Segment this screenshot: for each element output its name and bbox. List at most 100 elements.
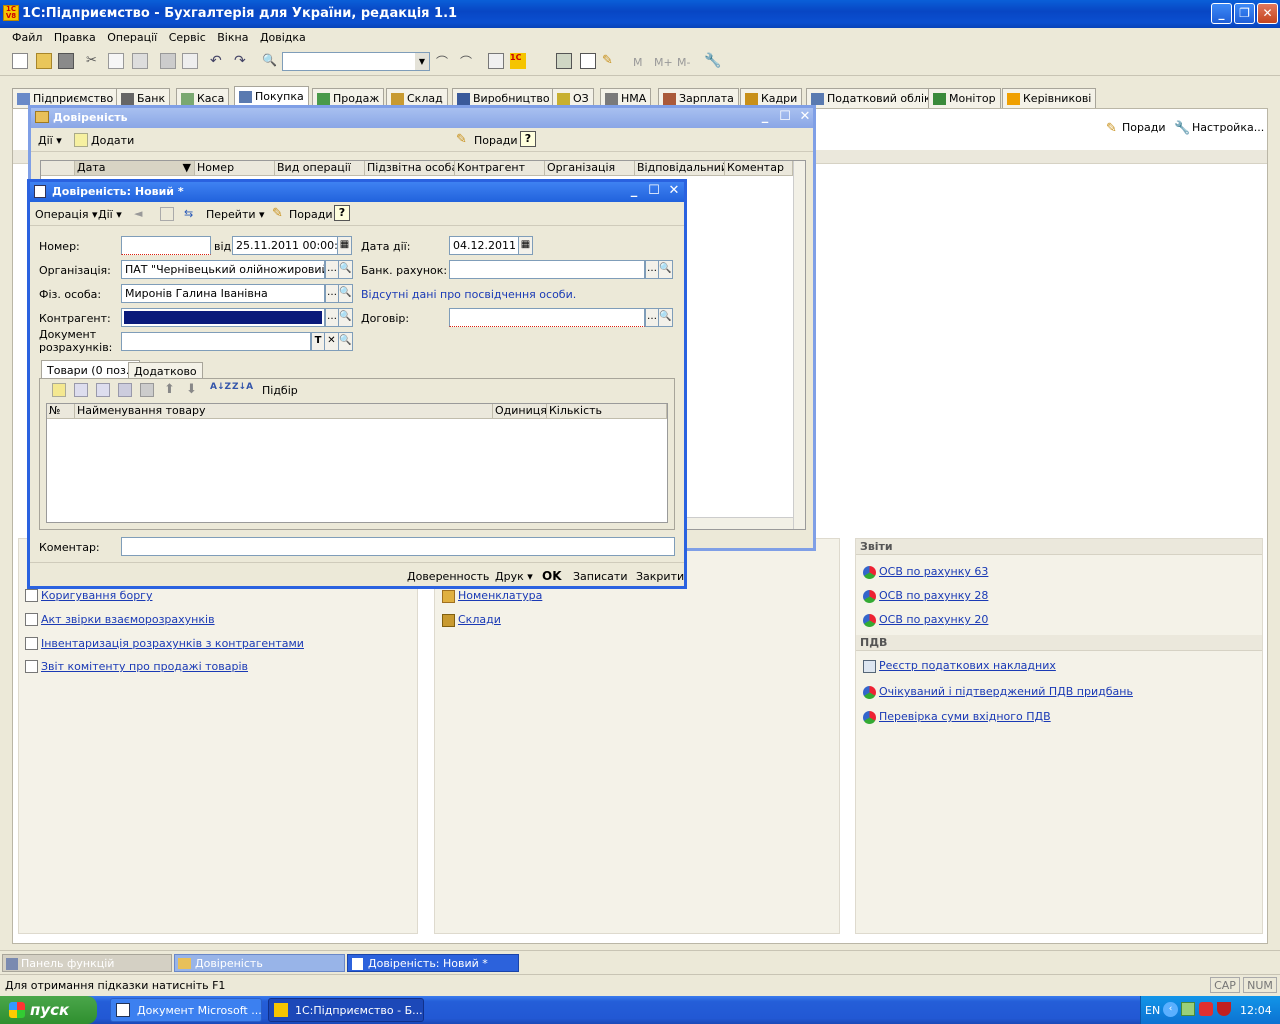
panel-settings-icon[interactable]: 🔧 [1174,121,1190,136]
chevron-down-icon[interactable]: ▼ [415,53,429,70]
doc-close-button[interactable]: ✕ [666,184,682,200]
language-indicator[interactable]: EN [1145,1004,1160,1017]
date-field[interactable]: 25.11.2011 00:00:00 [232,236,338,255]
tips-icon[interactable]: ✎ [456,132,467,147]
print-menu-button[interactable]: Друк ▾ [495,570,533,583]
power-of-attorney-print-button[interactable]: Довеpенность [407,570,489,583]
bank-account-field[interactable] [449,260,645,279]
person-select-button[interactable]: … [325,284,339,303]
tab-additional[interactable]: Додатково [128,362,203,379]
memory-minus-button[interactable]: M- [677,56,690,69]
middle-link-nomenclature[interactable]: Номенклатура [458,589,542,602]
goods-col-number[interactable]: № [47,404,75,419]
windows-icon[interactable] [488,53,504,69]
bank-account-open-icon[interactable]: 🔍 [659,260,673,279]
bank-account-select-button[interactable]: … [645,260,659,279]
calendar-icon[interactable] [580,53,596,69]
new-icon[interactable] [12,53,28,69]
app-title-bar[interactable]: 1C V8 1С:Підприємство - Бухгалтерія для … [0,0,1280,28]
tray-security-icon[interactable] [1199,1002,1213,1016]
undo-icon[interactable]: ↶ [210,53,226,69]
find-next-icon[interactable]: ⌒ [436,53,452,69]
window-tab-document[interactable]: Довіреність: Новий * [347,954,519,972]
tab-monitor[interactable]: Монітор [928,88,1001,108]
settlement-doc-field[interactable] [121,332,311,351]
copy-icon[interactable] [108,53,124,69]
tray-arrow-icon[interactable]: ‹ [1163,1002,1178,1017]
close-form-button[interactable]: Закрити [636,570,684,583]
goods-col-quantity[interactable]: Кількість [547,404,667,419]
type-select-button[interactable]: T [311,332,325,351]
back-icon[interactable]: ◄ [134,207,148,221]
doc-window-title-bar[interactable]: Довіреність: Новий * _ ☐ ✕ [30,182,684,202]
move-down-icon[interactable]: ⬇ [186,382,197,397]
counterparty-select-button[interactable]: … [325,308,339,327]
end-edit-icon[interactable] [140,383,154,397]
paste-icon[interactable] [132,53,148,69]
goods-col-name[interactable]: Найменування товару [75,404,493,419]
goods-table[interactable]: № Найменування товару Одиниця Кількість [46,403,668,523]
ok-button[interactable]: OK [542,569,562,583]
calculator-icon[interactable] [556,53,572,69]
calendar-icon[interactable]: ▦ [338,236,352,255]
list-close-button[interactable]: ✕ [797,110,813,126]
delete-row-icon[interactable] [118,383,132,397]
close-button[interactable]: ✕ [1257,3,1278,24]
organization-select-button[interactable]: … [325,260,339,279]
contract-select-button[interactable]: … [645,308,659,327]
report-link-20[interactable]: ОСВ по рахунку 20 [879,613,988,626]
list-col-comment[interactable]: Коментар [725,161,793,176]
tab-management[interactable]: Керівникові [1002,88,1097,108]
list-col-operation[interactable]: Вид операції [275,161,365,176]
organization-open-icon[interactable]: 🔍 [339,260,353,279]
sort-asc-icon[interactable]: A↓Z [210,382,231,392]
memory-m-button[interactable]: M [633,56,643,69]
goto-icon[interactable]: ⇆ [184,207,198,221]
structure-icon[interactable] [160,207,174,221]
print-icon[interactable] [160,53,176,69]
doc-minimize-button[interactable]: _ [626,184,642,200]
help-icon[interactable]: ? [334,205,350,221]
number-field[interactable] [121,236,211,255]
sort-desc-icon[interactable]: Z↓A [232,382,253,392]
save-button[interactable]: Записати [573,570,627,583]
task-1c-enterprise[interactable]: 1С:Підприємство - Б... [268,998,424,1022]
person-open-icon[interactable]: 🔍 [339,284,353,303]
person-field[interactable]: Миронів Галина Іванівна [121,284,325,303]
pick-button[interactable]: Підбір [262,384,298,397]
preview-icon[interactable] [182,53,198,69]
start-button[interactable]: пуск [0,996,97,1024]
tools-icon[interactable]: 🔧 [704,53,721,69]
doc-maximize-button[interactable]: ☐ [646,184,662,200]
left-link-reconciliation[interactable]: Акт звірки взаєморозрахунків [41,613,215,626]
tips-icon[interactable]: ✎ [272,206,283,221]
memory-plus-button[interactable]: M+ [654,56,673,69]
calendar-icon[interactable]: ▦ [519,236,533,255]
list-tips-button[interactable]: Поради [474,134,517,147]
panel-tips-icon[interactable]: ✎ [1106,121,1120,136]
doc-actions-menu[interactable]: Дії ▾ [98,208,122,221]
comment-field[interactable] [121,537,675,556]
goods-col-unit[interactable]: Одиниця [493,404,547,419]
window-tab-list[interactable]: Довіреність [174,954,345,972]
vat-link-check[interactable]: Перевірка суми вхідного ПДВ [879,710,1051,723]
move-up-icon[interactable]: ⬆ [164,382,175,397]
clear-icon[interactable]: ✕ [325,332,339,351]
list-col-number[interactable]: Номер [195,161,275,176]
minimize-button[interactable]: _ [1211,3,1232,24]
list-col-accountable[interactable]: Підзвітна особа [365,161,455,176]
add-icon[interactable] [74,133,88,147]
edit-row-icon[interactable] [96,383,110,397]
save-icon[interactable] [58,53,74,69]
contract-field[interactable] [449,308,645,327]
find-icon[interactable]: 🔍 [262,53,278,69]
task-word-document[interactable]: Документ Microsoft ... [110,998,262,1022]
cut-icon[interactable]: ✂ [86,53,102,69]
vat-link-expected[interactable]: Очікуваний і підтверджений ПДВ придбань [879,685,1133,698]
list-add-button[interactable]: Додати [91,134,134,147]
list-maximize-button[interactable]: ☐ [777,110,793,126]
menu-windows[interactable]: Вікна [213,28,252,44]
menu-operations[interactable]: Операції [103,28,161,44]
left-link-inventory[interactable]: Інвентаризація розрахунків з контрагента… [41,637,304,650]
help-icon[interactable]: 1C [510,53,526,69]
